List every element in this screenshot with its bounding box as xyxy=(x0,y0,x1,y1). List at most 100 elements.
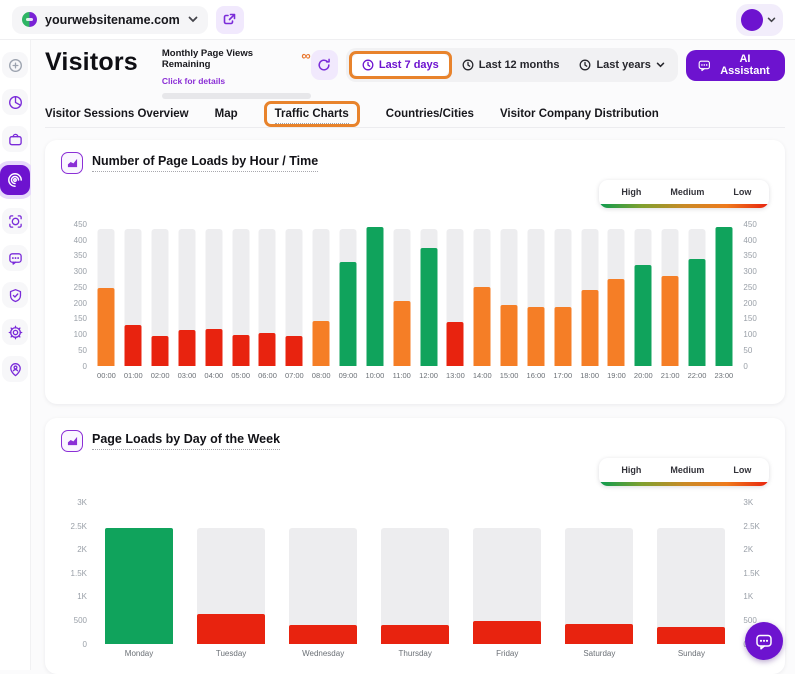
legend-high-label: High xyxy=(621,465,641,475)
quota-details-link[interactable]: Click for details xyxy=(162,76,225,86)
x-tick-label: Friday xyxy=(461,649,553,658)
x-tick-label: 01:00 xyxy=(120,371,147,380)
x-tick-label: 12:00 xyxy=(415,371,442,380)
bar-column xyxy=(461,504,553,644)
bar-14:00[interactable] xyxy=(474,287,491,366)
y-tick-label: 50 xyxy=(743,347,769,355)
sidebar-item-workspace[interactable] xyxy=(2,126,28,152)
bar-09:00[interactable] xyxy=(340,262,357,366)
bar-Saturday[interactable] xyxy=(565,624,633,644)
bar-Thursday[interactable] xyxy=(381,625,449,644)
bar-07:00[interactable] xyxy=(286,336,303,366)
filter-last-7-days[interactable]: Last 7 days xyxy=(352,54,449,76)
refresh-button[interactable] xyxy=(311,50,338,80)
bar-19:00[interactable] xyxy=(608,279,625,366)
bar-04:00[interactable] xyxy=(205,329,222,366)
x-tick-label: Saturday xyxy=(553,649,645,658)
bar-column xyxy=(523,226,550,366)
sidebar-collapse-toggle[interactable] xyxy=(2,52,28,78)
filter-last-years[interactable]: Last years xyxy=(569,54,674,76)
bar-Wednesday[interactable] xyxy=(289,625,357,643)
bar-column xyxy=(227,226,254,366)
bar-column xyxy=(710,226,737,366)
header-controls: Last 7 days Last 12 months Last years xyxy=(311,48,786,82)
x-tick-label: 18:00 xyxy=(576,371,603,380)
bar-06:00[interactable] xyxy=(259,333,276,366)
bar-12:00[interactable] xyxy=(420,248,437,366)
support-chat-fab[interactable] xyxy=(745,622,783,660)
domain-selector[interactable]: yourwebsitename.com xyxy=(12,6,208,34)
tab-traffic-charts[interactable]: Traffic Charts xyxy=(264,101,360,127)
tab-visitor-company-distribution[interactable]: Visitor Company Distribution xyxy=(500,108,659,120)
open-site-button[interactable] xyxy=(216,6,244,34)
bar-00:00[interactable] xyxy=(98,288,115,366)
daily-bar-chart: 3K2.5K2K1.5K1K5000MondayTuesdayWednesday… xyxy=(61,504,769,658)
y-tick-label: 300 xyxy=(61,268,87,276)
y-tick-label: 0 xyxy=(61,363,87,371)
target-scan-icon xyxy=(8,214,23,229)
bar-10:00[interactable] xyxy=(366,227,383,365)
tab-countries-cities[interactable]: Countries/Cities xyxy=(386,108,474,120)
chevron-down-icon xyxy=(656,62,665,68)
chart-title[interactable]: Page Loads by Day of the Week xyxy=(92,432,280,450)
collapse-toggle-icon xyxy=(8,58,23,73)
bar-Monday[interactable] xyxy=(105,528,173,644)
legend-low-label: Low xyxy=(733,187,751,197)
bar-15:00[interactable] xyxy=(501,305,518,366)
y-tick-label: 350 xyxy=(61,252,87,260)
clock-icon xyxy=(462,59,474,71)
sidebar-item-messages[interactable] xyxy=(2,245,28,271)
bar-08:00[interactable] xyxy=(313,321,330,366)
bar-column xyxy=(657,226,684,366)
legend-medium-label: Medium xyxy=(670,187,704,197)
x-tick-label: 19:00 xyxy=(603,371,630,380)
ai-assistant-button[interactable]: AI Assistant xyxy=(686,50,786,81)
chart-title[interactable]: Number of Page Loads by Hour / Time xyxy=(92,154,318,172)
main-content: Visitors Monthly Page Views Remaining ∞ … xyxy=(31,40,795,670)
quota-progress-bar xyxy=(162,93,311,99)
y-axis-left: 450400350300250200150100500 xyxy=(61,221,87,371)
sidebar-item-locations[interactable] xyxy=(2,356,28,382)
x-tick-label: Wednesday xyxy=(277,649,369,658)
tab-visitor-sessions-overview[interactable]: Visitor Sessions Overview xyxy=(45,108,189,120)
bar-column xyxy=(308,226,335,366)
bar-13:00[interactable] xyxy=(447,322,464,366)
bar-column xyxy=(254,226,281,366)
filter-last-12-months[interactable]: Last 12 months xyxy=(452,54,570,76)
bar-column xyxy=(369,504,461,644)
bar-01:00[interactable] xyxy=(125,325,142,365)
bar-03:00[interactable] xyxy=(178,330,195,366)
sidebar-item-tracking[interactable] xyxy=(2,208,28,234)
bar-22:00[interactable] xyxy=(688,259,705,366)
y-tick-label: 1.5K xyxy=(743,570,769,578)
bar-23:00[interactable] xyxy=(715,227,732,365)
x-tick-label: 21:00 xyxy=(657,371,684,380)
bar-Tuesday[interactable] xyxy=(197,614,265,643)
bar-11:00[interactable] xyxy=(393,301,410,366)
time-range-control: Last 7 days Last 12 months Last years xyxy=(346,48,678,82)
bar-column xyxy=(174,226,201,366)
bar-05:00[interactable] xyxy=(232,335,249,366)
visitors-spiral-icon xyxy=(7,172,23,188)
sidebar-item-visitors[interactable] xyxy=(0,165,30,195)
bar-21:00[interactable] xyxy=(662,276,679,366)
legend-gradient-bar xyxy=(599,482,769,486)
location-person-icon xyxy=(8,362,23,377)
sidebar-item-dashboard[interactable] xyxy=(2,89,28,115)
page-title: Visitors xyxy=(45,48,138,77)
user-menu[interactable] xyxy=(736,4,783,36)
chevron-down-icon xyxy=(767,17,776,23)
bar-Friday[interactable] xyxy=(473,621,541,644)
chart-badge-icon xyxy=(61,430,83,452)
bar-Sunday[interactable] xyxy=(657,627,725,644)
bar-17:00[interactable] xyxy=(554,307,571,366)
bar-20:00[interactable] xyxy=(635,265,652,366)
bar-16:00[interactable] xyxy=(527,307,544,366)
bar-02:00[interactable] xyxy=(152,336,169,366)
tab-map[interactable]: Map xyxy=(215,108,238,120)
sidebar-item-security[interactable] xyxy=(2,282,28,308)
sidebar-item-settings[interactable] xyxy=(2,319,28,345)
y-tick-label: 300 xyxy=(743,268,769,276)
y-tick-label: 250 xyxy=(743,284,769,292)
bar-18:00[interactable] xyxy=(581,290,598,366)
